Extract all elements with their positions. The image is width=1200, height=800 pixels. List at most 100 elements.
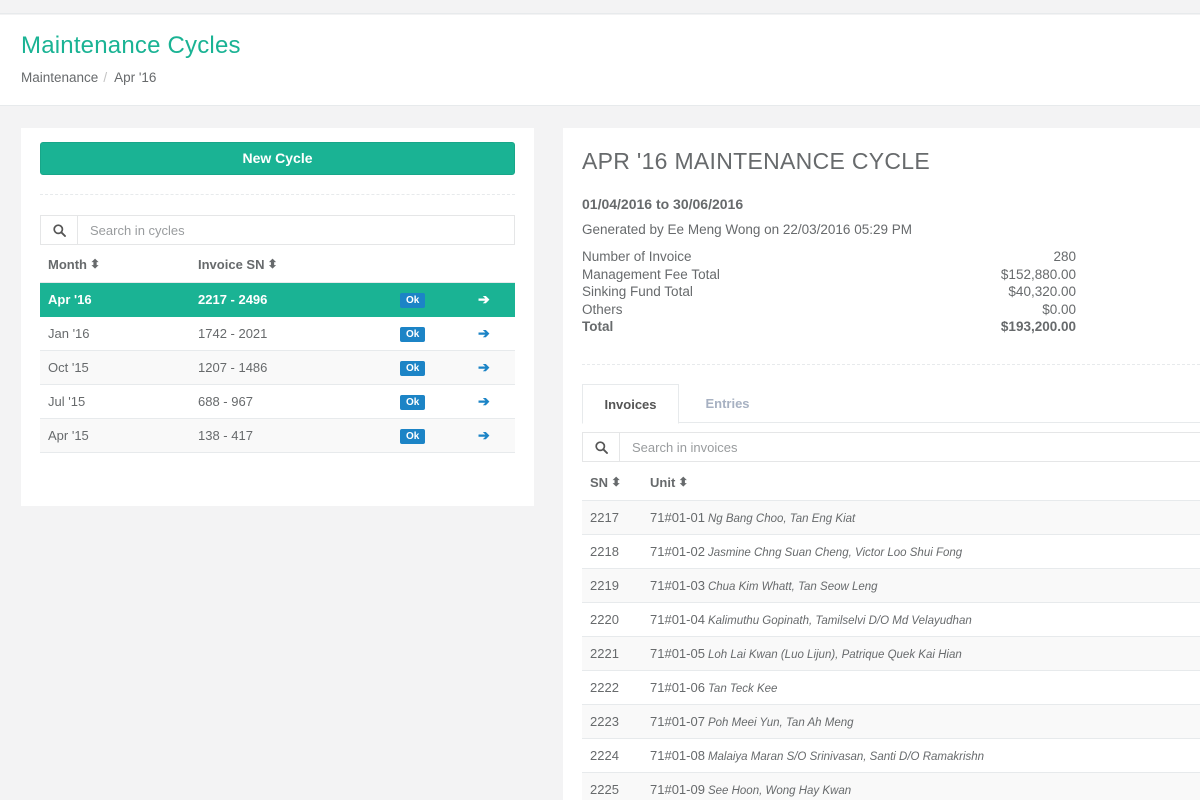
invoice-owners: Kalimuthu Gopinath, Tamilselvi D/O Md Ve… (707, 614, 972, 627)
summary-row: Management Fee Total $152,880.00 (582, 267, 1076, 285)
invoice-sn: 2219 (582, 568, 642, 603)
status-badge: Ok (400, 428, 426, 444)
cycle-invoice-range: 1207 - 1486 (190, 350, 392, 385)
cycle-month: Apr '15 (40, 418, 190, 453)
invoices-search (582, 432, 1200, 462)
summary-row: Number of Invoice 280 (582, 249, 1076, 267)
invoice-owners: Tan Teck Kee (707, 682, 778, 695)
table-row[interactable]: 2222 71#01-06 Tan Teck Kee (582, 670, 1200, 705)
column-header-sn[interactable]: SN ⬍ (582, 466, 642, 501)
sort-icon: ⬍ (678, 475, 689, 490)
cycle-period: 01/04/2016 to 30/06/2016 (582, 196, 744, 212)
arrow-right-icon[interactable]: ➔ (478, 291, 490, 307)
table-header-row: Month ⬍ Invoice SN ⬍ (40, 248, 515, 283)
summary-row: Sinking Fund Total $40,320.00 (582, 284, 1076, 302)
table-row[interactable]: 2225 71#01-09 See Hoon, Wong Hay Kwan (582, 772, 1200, 800)
column-header-unit[interactable]: Unit ⬍ (642, 466, 1200, 501)
arrow-right-icon[interactable]: ➔ (478, 393, 490, 409)
invoice-owners: See Hoon, Wong Hay Kwan (707, 784, 852, 797)
column-header-invoice-sn[interactable]: Invoice SN ⬍ (190, 248, 392, 283)
summary-value: $0.00 (1042, 301, 1076, 317)
summary-label: Total (582, 319, 614, 334)
search-icon[interactable] (41, 216, 78, 244)
invoice-sn: 2224 (582, 738, 642, 773)
table-row[interactable]: 2217 71#01-01 Ng Bang Choo, Tan Eng Kiat (582, 500, 1200, 535)
breadcrumb-item-maintenance[interactable]: Maintenance (21, 70, 98, 85)
invoice-unit: 71#01-03 (650, 577, 705, 593)
page-header: Maintenance Cycles Maintenance / Apr '16 (0, 15, 1200, 106)
invoice-sn: 2223 (582, 704, 642, 739)
sort-icon: ⬍ (267, 257, 278, 272)
table-row[interactable]: 2221 71#01-05 Loh Lai Kwan (Luo Lijun), Pa… (582, 636, 1200, 671)
invoice-unit: 71#01-07 (650, 713, 705, 729)
table-row[interactable]: Oct '15 1207 - 1486 Ok ➔ (40, 350, 515, 385)
detail-tabs: Invoices Entries (582, 384, 1200, 424)
summary-row: Others $0.00 (582, 302, 1076, 320)
status-badge: Ok (400, 326, 426, 342)
breadcrumb: Maintenance / Apr '16 (21, 70, 156, 85)
arrow-right-icon[interactable]: ➔ (478, 359, 490, 375)
table-row[interactable]: 2224 71#01-08 Malaiya Maran S/O Srinivasan… (582, 738, 1200, 773)
invoice-owners: Loh Lai Kwan (Luo Lijun), Patrique Quek … (707, 648, 962, 661)
table-row[interactable]: 2218 71#01-02 Jasmine Chng Suan Cheng, Vic… (582, 534, 1200, 569)
arrow-right-icon[interactable]: ➔ (478, 427, 490, 443)
cycle-month: Jul '15 (40, 384, 190, 419)
invoice-unit: 71#01-06 (650, 679, 705, 695)
cycles-table: Month ⬍ Invoice SN ⬍ Apr '16 2217 - 2496 Ok ➔… (40, 248, 515, 453)
table-header-row: SN ⬍ Unit ⬍ (582, 466, 1200, 501)
invoice-sn: 2222 (582, 670, 642, 705)
cycles-search (40, 215, 515, 245)
invoices-search-input[interactable] (620, 433, 1200, 461)
table-row[interactable]: Jul '15 688 - 967 Ok ➔ (40, 384, 515, 419)
cycle-month: Oct '15 (40, 350, 190, 385)
summary-value: $40,320.00 (1008, 284, 1076, 299)
tab-invoices[interactable]: Invoices (582, 384, 679, 424)
status-badge: Ok (400, 360, 426, 376)
summary-label: Others (582, 301, 623, 317)
invoice-owners: Ng Bang Choo, Tan Eng Kiat (707, 512, 856, 525)
summary-row: Total $193,200.00 (582, 319, 1076, 337)
invoice-sn: 2221 (582, 636, 642, 671)
breadcrumb-separator: / (103, 70, 108, 85)
status-badge: Ok (400, 292, 426, 308)
new-cycle-button[interactable]: New Cycle (40, 142, 515, 175)
invoice-unit: 71#01-08 (650, 747, 705, 763)
table-row[interactable]: Apr '16 2217 - 2496 Ok ➔ (40, 282, 515, 317)
search-icon[interactable] (583, 433, 620, 461)
column-header-month[interactable]: Month ⬍ (40, 248, 190, 283)
cycle-month: Jan '16 (40, 316, 190, 351)
cycle-invoice-range: 2217 - 2496 (190, 282, 392, 317)
cycle-summary: Number of Invoice 280 Management Fee Total… (582, 249, 1076, 337)
table-row[interactable]: Apr '15 138 - 417 Ok ➔ (40, 418, 515, 453)
cycle-invoice-range: 688 - 967 (190, 384, 392, 419)
invoice-sn: 2220 (582, 602, 642, 637)
page-title: Maintenance Cycles (21, 32, 241, 59)
invoice-sn: 2225 (582, 772, 642, 800)
invoice-unit: 71#01-02 (650, 543, 705, 559)
summary-value: $152,880.00 (1000, 266, 1076, 282)
tab-entries[interactable]: Entries (679, 384, 776, 423)
cycle-invoice-range: 1742 - 2021 (190, 316, 392, 351)
invoice-sn: 2218 (582, 534, 642, 569)
table-row[interactable]: 2223 71#01-07 Poh Meei Yun, Tan Ah Meng (582, 704, 1200, 739)
summary-label: Management Fee Total (582, 266, 720, 282)
cycles-panel: New Cycle Month⬍ Invoice SN⬍ Apr '162217… (21, 128, 534, 506)
table-row[interactable]: Jan '16 1742 - 2021 Ok ➔ (40, 316, 515, 351)
cycle-detail-panel: APR '16 MAINTENANCE CYCLE 01/04/2016 to … (563, 128, 1200, 800)
summary-label: Sinking Fund Total (582, 284, 693, 299)
generated-info: Generated by Ee Meng Wong on 22/03/2016 … (582, 222, 912, 237)
invoice-unit: 71#01-01 (650, 509, 705, 525)
cycles-search-input[interactable] (78, 216, 514, 244)
table-row[interactable]: 2220 71#01-04 Kalimuthu Gopinath, Tamilsel… (582, 602, 1200, 637)
invoice-owners: Malaiya Maran S/O Srinivasan, Santi D/O … (707, 750, 985, 763)
table-row[interactable]: 2219 71#01-03 Chua Kim Whatt, Tan Seow Len… (582, 568, 1200, 603)
sort-icon: ⬍ (611, 475, 622, 490)
invoice-unit: 71#01-09 (650, 781, 705, 797)
sort-icon: ⬍ (89, 257, 101, 272)
invoice-owners: Jasmine Chng Suan Cheng, Victor Loo Shui… (707, 546, 963, 559)
summary-label: Number of Invoice (582, 249, 692, 264)
invoice-unit: 71#01-05 (650, 645, 705, 661)
breadcrumb-item-current: Apr '16 (114, 70, 157, 85)
arrow-right-icon[interactable]: ➔ (478, 325, 490, 341)
invoice-sn: 2217 (582, 500, 642, 535)
